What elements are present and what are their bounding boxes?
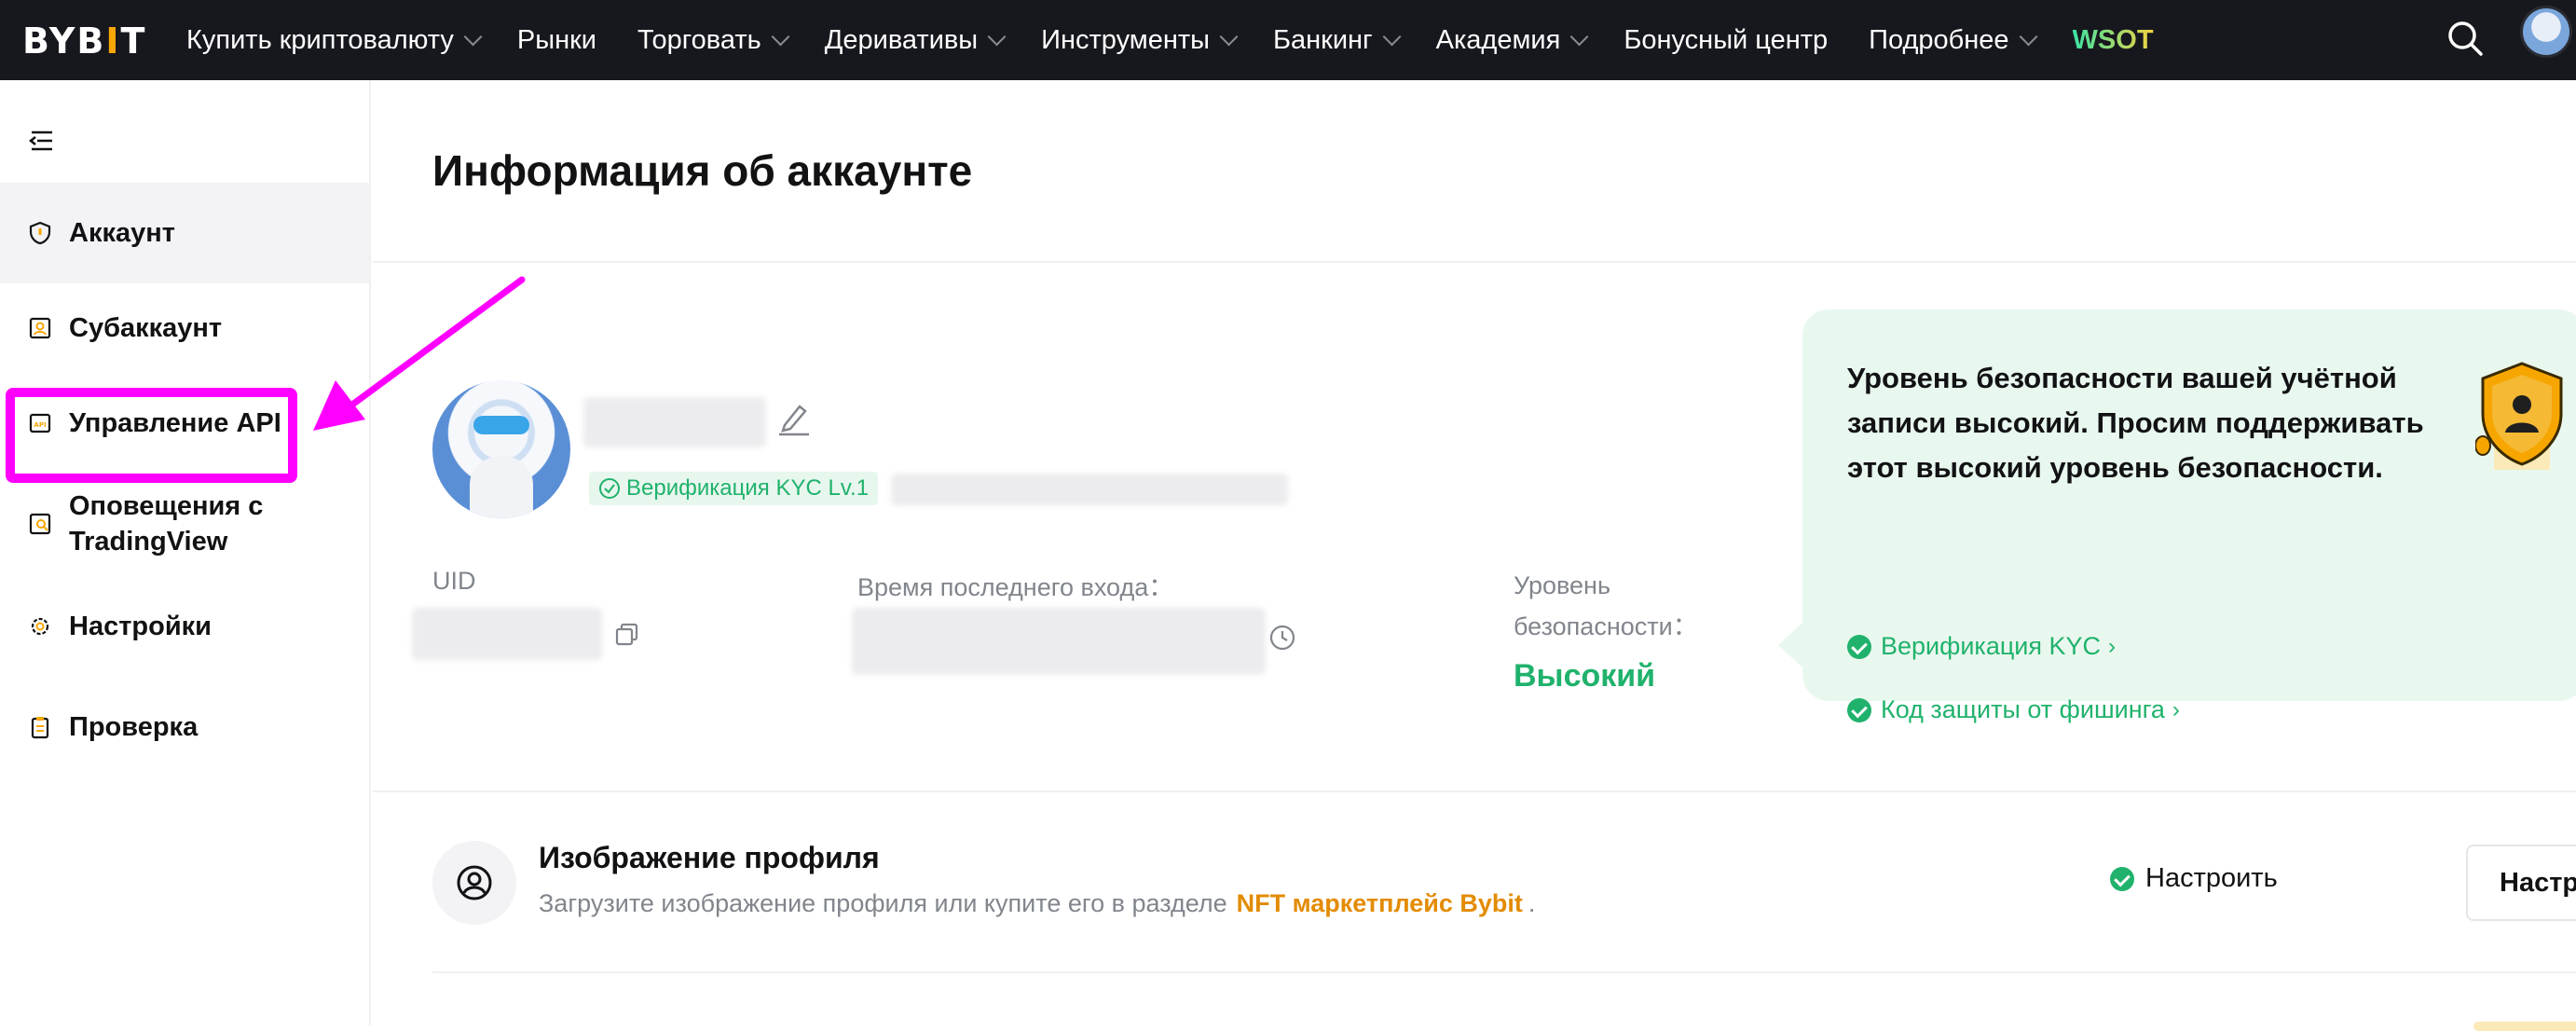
top-navbar: BYBIT Купить криптовалюту Рынки Торговат…: [0, 0, 2576, 80]
highlight-box-annotation: [6, 388, 297, 483]
divider: [432, 971, 2576, 973]
next-row-peek: [2473, 1022, 2576, 1031]
security-level-value: Высокий: [1514, 658, 1656, 694]
configure-button[interactable]: Настроить: [2466, 845, 2576, 921]
chevron-down-icon: [771, 27, 790, 47]
sidebar-item-account[interactable]: Аккаунт: [0, 183, 369, 283]
chevron-right-icon: ›: [2172, 696, 2180, 722]
security-card: Уровень безопасности вашей учётной запис…: [1778, 309, 2576, 723]
sidebar-item-label: Проверка: [69, 711, 199, 742]
nav-banking[interactable]: Банкинг: [1273, 25, 1402, 56]
username-redacted: [583, 397, 766, 447]
check-circle-icon: [1847, 634, 1871, 659]
nav-more[interactable]: Подробнее: [1869, 25, 2037, 56]
anti-phishing-link[interactable]: Код защиты от фишинга ›: [1847, 695, 2180, 724]
divider: [373, 790, 2576, 792]
nav-buy-crypto[interactable]: Купить криптовалюту: [186, 25, 483, 56]
sidebar-item-settings[interactable]: Настройки: [0, 576, 369, 677]
clipboard-icon: [31, 717, 49, 739]
chevron-down-icon: [987, 27, 1007, 47]
nav-tools[interactable]: Инструменты: [1041, 25, 1239, 56]
profile-picture-icon: [457, 865, 492, 900]
check-circle-icon: [2110, 866, 2134, 891]
sidebar: Аккаунт Субаккаунт API Управление API Оп…: [0, 80, 371, 1025]
check-circle-icon: [1847, 697, 1871, 722]
bybit-logo[interactable]: BYBIT: [22, 21, 146, 62]
profile-picture-description: Загрузите изображение профиля или купите…: [539, 889, 1536, 917]
search-icon[interactable]: [2444, 17, 2488, 62]
page-title: Информация об аккаунте: [432, 146, 973, 195]
chevron-down-icon: [463, 27, 483, 47]
shield-icon: [29, 221, 51, 245]
profile-picture-status: Настроить: [2110, 863, 2278, 894]
sidebar-item-label: Оповещения с TradingView: [69, 491, 264, 557]
chevron-down-icon: [2019, 27, 2037, 47]
nft-marketplace-link[interactable]: NFT маркетплейс Bybit: [1237, 889, 1523, 917]
collapse-sidebar-icon[interactable]: [28, 129, 56, 153]
nav-wsot[interactable]: WSOT: [2073, 25, 2154, 56]
chevron-down-icon: [1382, 27, 1402, 47]
user-avatar[interactable]: [2520, 6, 2572, 58]
nav-trade[interactable]: Торговать: [637, 25, 790, 56]
uid-redacted: [412, 608, 602, 660]
edit-icon[interactable]: [774, 397, 815, 438]
email-redacted: [891, 474, 1288, 505]
security-level-label: Уровень безопасности：: [1514, 571, 1698, 640]
check-circle-icon: [599, 478, 620, 499]
gear-icon: [31, 617, 49, 636]
chevron-down-icon: [1569, 27, 1589, 47]
sidebar-item-label: Субаккаунт: [69, 312, 223, 343]
nav-markets[interactable]: Рынки: [517, 25, 596, 56]
subaccount-icon: [29, 317, 51, 339]
chevron-down-icon: [1219, 27, 1239, 47]
kyc-verification-link[interactable]: Верификация KYC ›: [1847, 632, 2116, 661]
nav-derivatives[interactable]: Деривативы: [825, 25, 1007, 56]
nav-academy[interactable]: Академия: [1436, 25, 1589, 56]
tradingview-icon: [29, 513, 51, 535]
uid-label: UID: [432, 567, 476, 595]
clock-icon[interactable]: [1267, 623, 1297, 653]
security-shield-icon: [2475, 362, 2563, 470]
copy-icon[interactable]: [613, 621, 641, 649]
profile-picture-title: Изображение профиля: [539, 841, 880, 874]
kyc-level-badge: Верификация KYC Lv.1: [589, 472, 879, 505]
profile-picture-icon-wrap: [432, 841, 516, 925]
sidebar-item-label: Аккаунт: [69, 217, 175, 248]
sidebar-item-verification[interactable]: Проверка: [0, 677, 369, 777]
sidebar-item-label: Настройки: [69, 611, 212, 641]
last-login-redacted: [852, 608, 1266, 675]
nav-bonus-center[interactable]: Бонусный центр: [1624, 25, 1828, 56]
divider: [373, 261, 2576, 263]
main-nav: Купить криптовалюту Рынки Торговать Дери…: [186, 0, 2195, 80]
chevron-right-icon: ›: [2108, 633, 2117, 659]
last-login-label: Время последнего входа：: [857, 573, 1174, 601]
security-message: Уровень безопасности вашей учётной запис…: [1847, 362, 2424, 484]
profile-avatar[interactable]: [432, 380, 570, 518]
